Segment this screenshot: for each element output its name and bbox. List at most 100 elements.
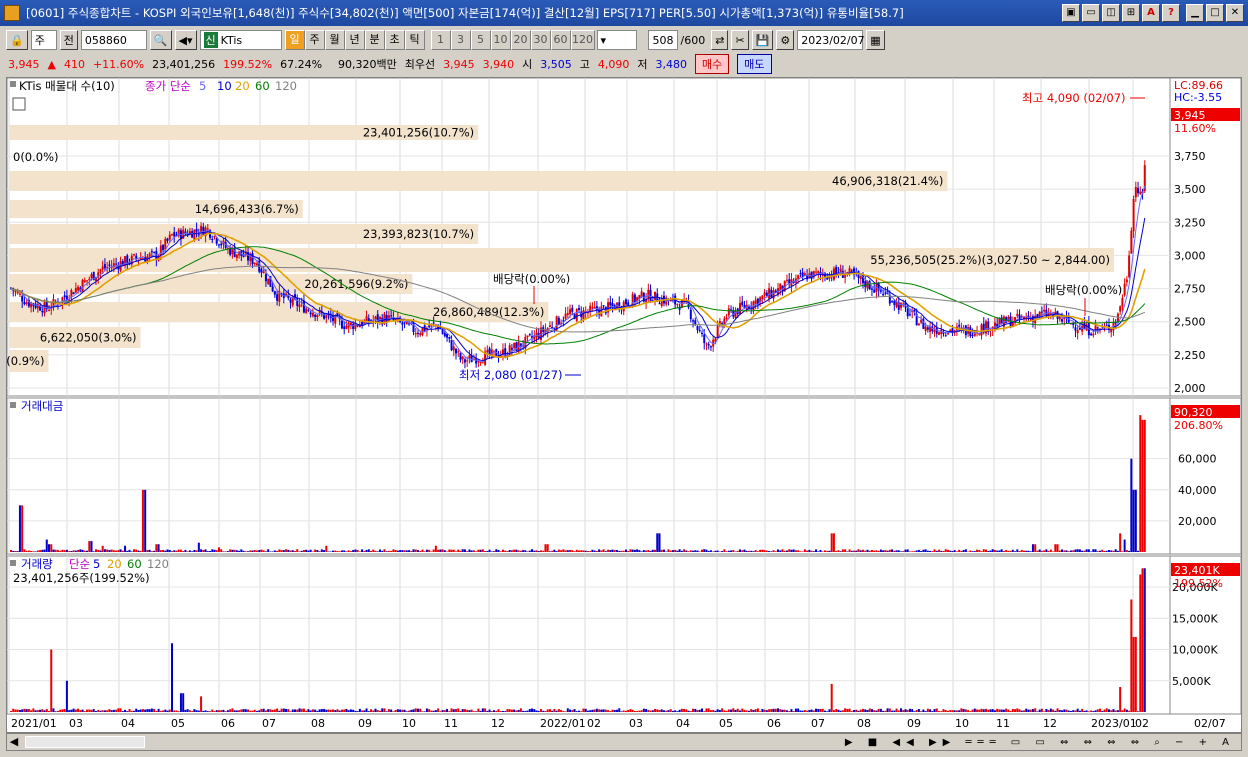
candle-body — [647, 289, 650, 298]
grid-button[interactable]: ⊞ — [1122, 4, 1140, 22]
volume-bar — [680, 708, 683, 712]
tab-day[interactable]: 일 — [284, 30, 305, 50]
candle-body — [77, 286, 80, 291]
buy-button[interactable]: 매수 — [695, 54, 730, 74]
volume-bar — [1103, 709, 1106, 712]
gear-icon[interactable]: ⚙ — [776, 30, 795, 50]
amount-bar — [611, 549, 614, 552]
candle-body — [302, 300, 305, 313]
calendar-icon[interactable]: ▦ — [866, 30, 885, 50]
best-ask-label: 최우선 — [404, 58, 436, 71]
volume-bar — [522, 710, 525, 712]
bid-price: 3,940 — [482, 57, 515, 71]
amount-bar — [1125, 550, 1128, 552]
amount-bar — [542, 550, 545, 552]
candle-body — [1090, 333, 1093, 336]
volume-bar — [217, 710, 220, 712]
tab-minute[interactable]: 분 — [364, 30, 385, 50]
amount-bar — [287, 549, 290, 552]
horizontal-scrollbar[interactable]: ◀ ▶ ■ ◀◀ ▶▶ ═══ ▭ ▭ ⇔ ⇔ ⇔ ⇔ ⌕ − + A — [6, 733, 1242, 751]
volume-bar — [750, 709, 753, 712]
tab-week[interactable]: 주 — [304, 30, 325, 50]
minimize-button[interactable]: ▁ — [1186, 4, 1204, 22]
candle-body — [206, 228, 209, 230]
volume-bar — [343, 709, 346, 712]
help-button[interactable]: ? — [1162, 4, 1180, 22]
volume-bar — [1014, 709, 1017, 712]
amount-bar — [383, 549, 386, 552]
interval-120[interactable]: 120 — [570, 30, 595, 50]
font-button[interactable]: A — [1142, 4, 1160, 22]
volume-bar — [895, 708, 898, 712]
volume-ma-period: 20 — [107, 557, 122, 571]
speaker-icon[interactable]: ◀▾ — [174, 30, 197, 50]
scroll-left-icon[interactable]: ◀ — [7, 735, 21, 749]
save-icon[interactable]: 💾 — [751, 30, 774, 50]
count-input[interactable]: 508 — [647, 30, 678, 50]
interval-3[interactable]: 3 — [450, 30, 471, 50]
chart-area[interactable]: 2021/01 03 04 05 06 07 08 09 10 11 12 2022/01 02 03 04… — [0, 77, 1242, 733]
volume-bar — [195, 710, 198, 712]
volume-bar — [329, 709, 332, 712]
arrows-icon[interactable]: ⇄ — [711, 30, 729, 50]
volume-bar — [392, 711, 395, 712]
interval-30[interactable]: 30 — [530, 30, 551, 50]
candle-body — [1121, 297, 1124, 307]
interval-1[interactable]: 1 — [430, 30, 451, 50]
tab-year[interactable]: 년 — [344, 30, 365, 50]
candle-body — [1119, 306, 1122, 312]
volume-bar — [508, 709, 511, 712]
lock-icon[interactable]: 🔒 — [6, 30, 28, 50]
tab-month[interactable]: 월 — [324, 30, 345, 50]
tab-tick[interactable]: 틱 — [404, 30, 425, 50]
volume-bar — [244, 709, 247, 712]
volume-bar — [81, 709, 84, 712]
volume-bar — [475, 711, 478, 712]
amount-bar — [430, 551, 433, 552]
volume-bar — [1141, 568, 1144, 712]
candle-body — [1134, 186, 1137, 198]
interval-60[interactable]: 60 — [550, 30, 571, 50]
split-button[interactable]: ◫ — [1102, 4, 1120, 22]
amount-bar — [285, 549, 288, 552]
tools-icon[interactable]: ✂ — [731, 30, 749, 50]
candle-body — [195, 228, 198, 232]
amount-bar — [709, 550, 712, 552]
amount-bar — [1056, 544, 1059, 552]
sell-button[interactable]: 매도 — [737, 54, 772, 74]
market-select[interactable]: 주 — [30, 30, 57, 50]
volume-bar — [967, 710, 970, 712]
interval-10[interactable]: 10 — [490, 30, 511, 50]
volume-bar — [285, 708, 288, 712]
link-button[interactable]: ▣ — [1062, 4, 1080, 22]
candle-body — [271, 286, 274, 292]
y-tick-label: 60,000 — [1178, 453, 1217, 466]
stock-name-field[interactable]: 신 KTis — [199, 30, 282, 50]
all-button[interactable]: 전 — [59, 30, 78, 50]
stock-code-input[interactable]: 058860 — [80, 30, 147, 50]
close-button[interactable]: ✕ — [1226, 4, 1244, 22]
candle-body — [23, 301, 26, 305]
scroll-thumb[interactable] — [25, 736, 145, 748]
volume-bar — [792, 711, 795, 712]
amount-bar — [484, 551, 487, 552]
date-input[interactable]: 2023/02/07 — [797, 30, 865, 50]
amount-bar — [345, 551, 348, 552]
panel-marker — [10, 560, 16, 566]
stock-chart-svg[interactable]: 2021/01 03 04 05 06 07 08 09 10 11 12 2022/01 02 03 04… — [0, 77, 1242, 732]
zoom-controls[interactable]: ▶ ■ ◀◀ ▶▶ ═══ ▭ ▭ ⇔ ⇔ ⇔ ⇔ ⌕ − + A — [845, 737, 1235, 748]
interval-select[interactable]: ▾ — [596, 30, 637, 50]
layout-button[interactable]: ▭ — [1082, 4, 1100, 22]
amount-bar — [316, 550, 319, 552]
volume-bar — [810, 709, 813, 712]
amount-bar — [1011, 549, 1014, 552]
volume-bar — [352, 709, 355, 712]
tab-second[interactable]: 초 — [384, 30, 405, 50]
volume-bar — [106, 710, 109, 712]
interval-5[interactable]: 5 — [470, 30, 491, 50]
maximize-button[interactable]: □ — [1206, 4, 1224, 22]
interval-20[interactable]: 20 — [510, 30, 531, 50]
search-icon[interactable]: 🔍 — [149, 30, 172, 50]
candle-body — [267, 278, 270, 284]
volume-bar — [600, 709, 603, 712]
